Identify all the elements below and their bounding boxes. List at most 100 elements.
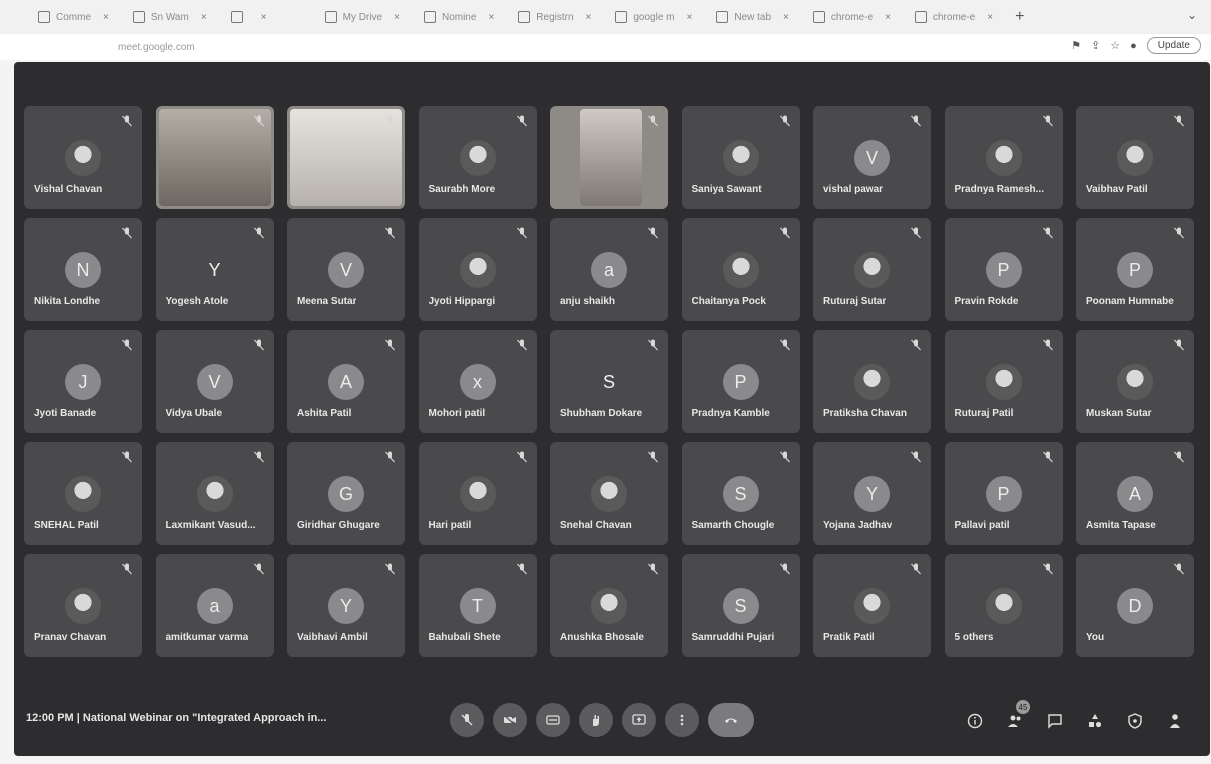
meeting-separator: | (76, 712, 80, 724)
person-icon (1170, 714, 1180, 728)
mic-muted-icon (648, 226, 658, 239)
participant-avatar: Y (854, 476, 890, 512)
participant-tile[interactable]: Jyoti Hippargi (418, 218, 537, 321)
profile-icon[interactable]: ● (1130, 40, 1137, 52)
participant-tile[interactable] (155, 106, 274, 209)
participant-name: Pravin Rokde (954, 296, 1019, 307)
activities-button[interactable] (1084, 710, 1106, 732)
browser-tab[interactable]: chrome-e × (803, 4, 901, 30)
participant-tile[interactable]: T Bahubali Shete (418, 554, 537, 657)
participant-avatar: S (722, 476, 759, 512)
browser-tab[interactable]: Registrn × (508, 4, 601, 30)
meeting-details-button[interactable] (964, 710, 986, 732)
browser-tab[interactable]: chrome-e × (905, 4, 1003, 30)
participant-tile[interactable]: Y Yogesh Atole (155, 218, 274, 321)
participant-tile[interactable]: N Nikita Londhe (24, 218, 142, 321)
participant-tile[interactable]: Y Vaibhavi Ambil (287, 554, 405, 657)
participant-tile[interactable]: 5 others (944, 554, 1063, 657)
leave-call-button[interactable] (708, 703, 754, 737)
tab-close-icon[interactable]: × (783, 12, 789, 23)
mic-muted-icon (122, 114, 132, 127)
tab-search-chevron-icon[interactable]: ⌄ (1187, 8, 1197, 22)
participant-tile[interactable]: S Shubham Dokare (550, 330, 668, 433)
tab-close-icon[interactable]: × (885, 12, 891, 23)
tab-close-icon[interactable]: × (394, 12, 400, 23)
captions-button[interactable] (536, 703, 570, 737)
participant-tile[interactable]: P Pradnya Kamble (681, 330, 800, 433)
tab-title: chrome-e (932, 11, 976, 23)
tab-close-icon[interactable]: × (687, 12, 693, 23)
browser-tab[interactable]: Sn Wam × (123, 4, 217, 30)
people-button[interactable]: 45 (1004, 700, 1030, 732)
tab-close-icon[interactable]: × (586, 12, 592, 23)
tab-close-icon[interactable]: × (103, 12, 109, 23)
info-icon (967, 713, 983, 729)
participant-tile[interactable]: Pratiksha Chavan (813, 330, 931, 433)
tab-close-icon[interactable]: × (488, 12, 494, 23)
participant-tile[interactable]: Pradnya Ramesh... (944, 106, 1063, 209)
tab-close-icon[interactable]: × (987, 12, 993, 23)
participant-tile[interactable]: Vvishal pawar (813, 106, 931, 209)
participant-tile[interactable]: Ruturaj Sutar (813, 218, 931, 321)
participant-tile[interactable]: V Meena Sutar (287, 218, 405, 321)
participant-tile[interactable]: Ruturaj Patil (944, 330, 1063, 433)
participant-tile[interactable]: Vaibhav Patil (1076, 106, 1194, 209)
host-person-button[interactable] (1164, 710, 1186, 732)
participant-tile[interactable]: Saurabh More (418, 106, 537, 209)
extensions-icon[interactable]: ⚑ (1071, 39, 1081, 52)
participant-tile[interactable] (550, 106, 668, 209)
browser-tab[interactable]: My Drive × (315, 4, 410, 30)
mic-toggle-button[interactable] (450, 703, 484, 737)
participant-tile[interactable]: Anushka Bhosale (550, 554, 668, 657)
participant-avatar: S (722, 588, 759, 624)
participant-tile[interactable]: Snehal Chavan (550, 442, 668, 545)
more-options-button[interactable] (665, 703, 699, 737)
participant-tile[interactable]: Pratik Patil (813, 554, 931, 657)
browser-tab[interactable]: Comme × (28, 4, 119, 30)
participant-tile[interactable]: J Jyoti Banade (24, 330, 142, 433)
participant-tile[interactable]: Pranav Chavan (24, 554, 142, 657)
participant-tile[interactable]: V Vidya Ubale (155, 330, 274, 433)
participant-tile[interactable]: G Giridhar Ghugare (287, 442, 405, 545)
participant-tile[interactable]: D You (1076, 554, 1194, 657)
host-controls-button[interactable] (1124, 710, 1146, 732)
participant-tile[interactable]: P Poonam Humnabe (1076, 218, 1194, 321)
bookmark-icon[interactable]: ☆ (1110, 39, 1120, 52)
chat-button[interactable] (1044, 710, 1066, 732)
participant-tile[interactable]: Laxmikant Vasud... (155, 442, 274, 545)
mic-muted-icon (253, 450, 264, 463)
browser-tab[interactable]: × (221, 4, 311, 30)
tab-close-icon[interactable]: × (261, 12, 267, 23)
participant-tile[interactable]: a anju shaikh (550, 218, 668, 321)
participant-tile[interactable]: SNEHAL Patil (24, 442, 142, 545)
present-button[interactable] (622, 703, 656, 737)
share-icon[interactable]: ⇪ (1091, 39, 1100, 52)
participant-tile[interactable]: P Pravin Rokde (944, 218, 1063, 321)
participant-tile[interactable]: A Ashita Patil (287, 330, 405, 433)
tab-close-icon[interactable]: × (201, 12, 207, 23)
browser-tab[interactable]: Nomine × (414, 4, 504, 30)
participant-tile[interactable]: A Asmita Tapase (1076, 442, 1194, 545)
participant-tile[interactable]: Vishal Chavan (24, 106, 142, 209)
participant-tile[interactable]: Hari patil (418, 442, 537, 545)
participant-tile[interactable]: S Samarth Chougle (681, 442, 800, 545)
raise-hand-button[interactable] (579, 703, 613, 737)
participant-tile[interactable]: Chaitanya Pock (681, 218, 800, 321)
update-button[interactable]: Update (1146, 37, 1201, 54)
new-tab-icon[interactable]: + (1015, 8, 1024, 26)
participant-tile[interactable]: Muskan Sutar (1076, 330, 1194, 433)
browser-tab[interactable]: google m × (605, 4, 702, 30)
participant-tile[interactable] (287, 106, 405, 209)
participant-tile[interactable]: P Pallavi patil (944, 442, 1063, 545)
url-text[interactable]: meet.google.com (118, 42, 195, 53)
participant-tile[interactable]: S Samruddhi Pujari (681, 554, 800, 657)
camera-toggle-button[interactable] (493, 703, 527, 737)
participant-tile[interactable]: x Mohori patil (418, 330, 537, 433)
address-bar[interactable]: meet.google.com ⚑ ⇪ ☆ ● Update (0, 34, 1211, 60)
participant-tile[interactable]: Saniya Sawant (681, 106, 800, 209)
participant-tile[interactable]: a amitkumar varma (155, 554, 274, 657)
participant-tile[interactable]: Y Yojana Jadhav (813, 442, 931, 545)
browser-tab[interactable]: New tab × (706, 4, 799, 30)
participant-name: Asmita Tapase (1086, 520, 1156, 531)
participant-name: Jyoti Banade (34, 408, 97, 419)
